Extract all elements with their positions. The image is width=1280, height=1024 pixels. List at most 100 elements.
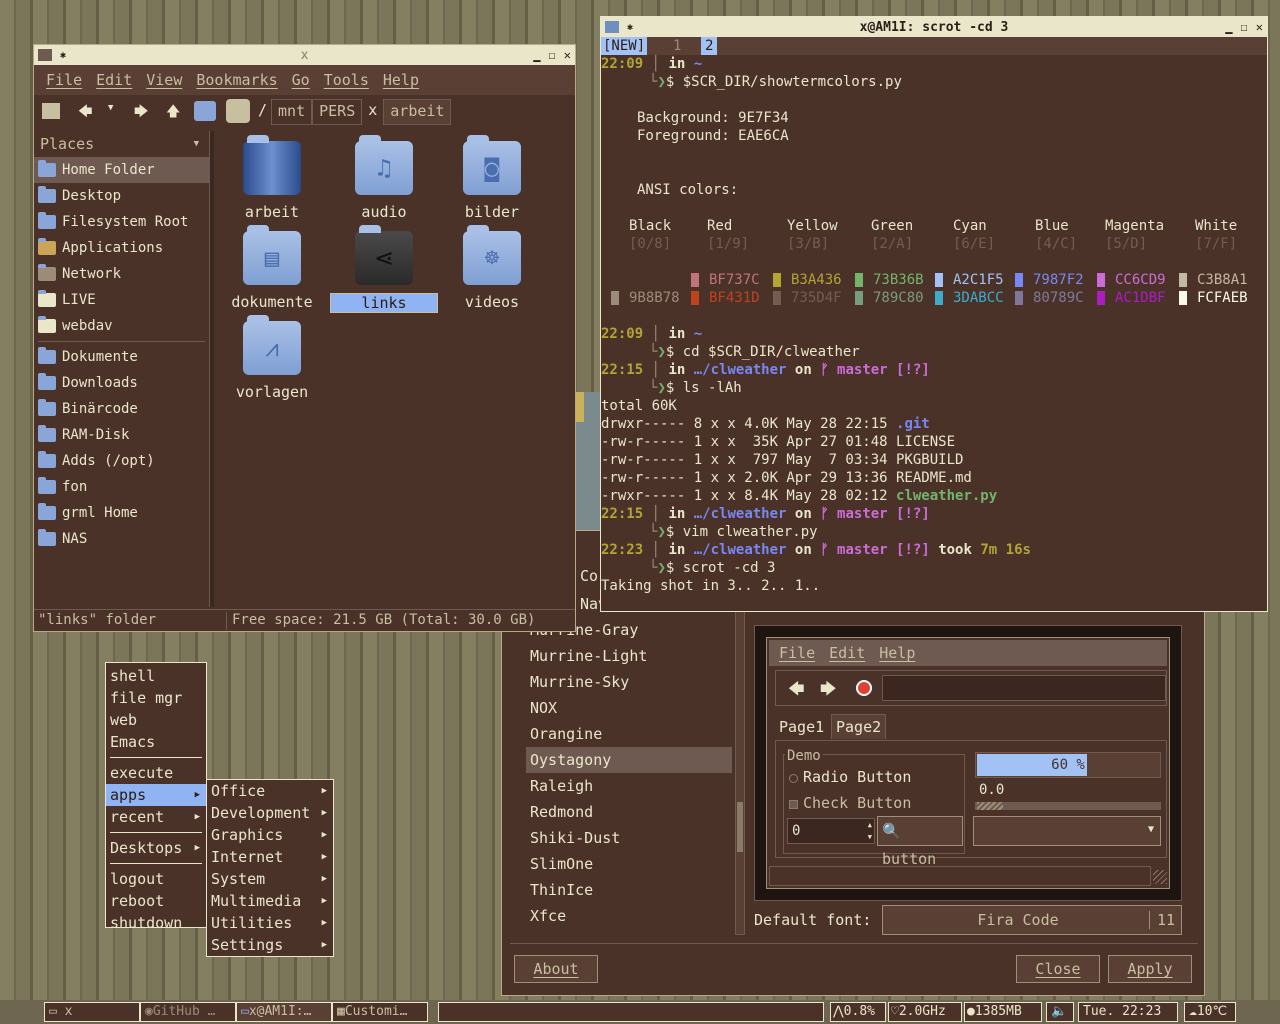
menu-item[interactable]: Internet ▶ [207, 846, 333, 868]
menu-edit[interactable]: Edit [96, 71, 132, 89]
theme-item[interactable]: Orangine [526, 721, 732, 747]
sidebar-item[interactable]: Network [34, 261, 209, 287]
stop-icon[interactable] [856, 680, 872, 696]
theme-item[interactable]: Xfce [526, 903, 732, 929]
scale-slider[interactable] [975, 802, 1161, 810]
path-root[interactable]: / [254, 99, 271, 125]
theme-list-scrollbar[interactable] [735, 605, 745, 935]
tab-new[interactable]: [NEW] [601, 37, 648, 55]
menu-item[interactable]: reboot [106, 890, 206, 912]
forward-arrow-icon[interactable]: 🡆 [134, 101, 148, 125]
path-disk-icon[interactable] [226, 99, 250, 123]
menu-item[interactable]: Emacs [106, 731, 206, 753]
spin-input[interactable]: 0 ▲ ▼ [787, 818, 875, 844]
pane-resize-handle[interactable] [210, 131, 214, 607]
menu-help[interactable]: Help [383, 71, 419, 89]
menu-file[interactable]: File [46, 71, 82, 89]
theme-item[interactable]: Raleigh [526, 773, 732, 799]
task-filemanager[interactable]: ▭ x [44, 1002, 140, 1022]
theme-list[interactable]: Murrine-Gray Murrine-Light Murrine-Sky NOX O… [526, 617, 732, 933]
theme-item[interactable]: NOX [526, 695, 732, 721]
menu-go[interactable]: Go [292, 71, 310, 89]
menu-tools[interactable]: Tools [324, 71, 369, 89]
sidebar-item[interactable]: Home Folder [34, 157, 209, 183]
folder-arbeit[interactable]: arbeit [218, 135, 326, 221]
preview-tab-page1[interactable]: Page1 [779, 718, 824, 736]
task-customize[interactable]: ▦Customi… [332, 1002, 428, 1022]
folder-videos[interactable]: ☸ videos [438, 225, 546, 311]
forward-arrow-icon[interactable]: 🡆 [820, 678, 837, 705]
menu-item[interactable]: Utilities ▶ [207, 912, 333, 934]
task-browser[interactable]: ◉GitHub … [140, 1002, 236, 1022]
pin-icon[interactable]: ✱ [60, 50, 66, 61]
preview-menu-edit[interactable]: Edit [829, 644, 865, 662]
preview-tab-page2[interactable]: Page2 [831, 714, 887, 739]
bookmark-item[interactable]: grml Home [34, 500, 209, 526]
theme-item[interactable]: SlimOne [526, 851, 732, 877]
bookmark-item[interactable]: Adds (/opt) [34, 448, 209, 474]
sidebar-item[interactable]: Desktop [34, 183, 209, 209]
bookmark-item[interactable]: RAM-Disk [34, 422, 209, 448]
places-header[interactable]: Places ▼ [34, 131, 209, 157]
new-window-icon[interactable] [42, 103, 60, 119]
menu-item[interactable]: Graphics ▶ [207, 824, 333, 846]
bookmark-item[interactable]: Binärcode [34, 396, 209, 422]
folder-dokumente[interactable]: ▤ dokumente [218, 225, 326, 311]
clock[interactable]: Tue. 22:23 [1078, 1002, 1178, 1022]
back-arrow-icon[interactable]: 🡄 [78, 101, 92, 125]
menu-item[interactable]: shell [106, 665, 206, 687]
menu-item[interactable]: Development ▶ [207, 802, 333, 824]
close-button[interactable]: Close [1016, 955, 1100, 983]
bookmark-item[interactable]: NAS [34, 526, 209, 552]
folder-audio[interactable]: ♫ audio [330, 135, 438, 221]
path-pers[interactable]: PERS [312, 99, 363, 125]
volume-widget[interactable]: 🔈 [1046, 1002, 1074, 1022]
about-button[interactable]: About [514, 955, 598, 983]
demo-button[interactable]: 🔍 button [877, 816, 963, 868]
terminal-content[interactable]: 22:09 │ in ~ └❯$ $SCR_DIR/showtermcolors… [601, 55, 1267, 611]
home-icon[interactable] [194, 101, 216, 121]
sidebar-item[interactable]: Filesystem Root [34, 209, 209, 235]
menu-item[interactable]: Settings ▶ [207, 934, 333, 956]
theme-item[interactable]: Oystagony [526, 747, 732, 773]
menu-item[interactable]: execute [106, 762, 206, 784]
menu-item[interactable]: System ▶ [207, 868, 333, 890]
close-icon[interactable]: ✕ [1256, 20, 1263, 34]
tab-2[interactable]: 2 [701, 37, 718, 55]
bookmark-item[interactable]: Downloads [34, 370, 209, 396]
sidebar-item[interactable]: LIVE [34, 287, 209, 313]
folder-links[interactable]: ⋖ links [330, 225, 438, 313]
radio-icon[interactable] [789, 774, 798, 783]
tab-1[interactable]: 1 [673, 37, 681, 55]
spin-arrows-icon[interactable]: ▲ ▼ [868, 819, 872, 843]
path-arbeit[interactable]: arbeit [383, 99, 452, 125]
path-x[interactable]: x [362, 99, 383, 125]
preview-menu-help[interactable]: Help [879, 644, 915, 662]
check-button-label[interactable]: Check Button [803, 794, 911, 812]
bookmark-item[interactable]: fon [34, 474, 209, 500]
checkbox-icon[interactable] [789, 800, 798, 809]
sidebar-item[interactable]: webdav [34, 313, 209, 339]
preview-address-input[interactable] [882, 675, 1166, 701]
menu-item[interactable]: shutdown [106, 912, 206, 934]
history-dropdown-icon[interactable]: ▼ [108, 103, 113, 113]
theme-item[interactable]: Redmond [526, 799, 732, 825]
menu-item[interactable]: logout [106, 868, 206, 890]
filemanager-titlebar[interactable]: ✱ x ▁ ☐ ✕ [34, 45, 575, 65]
scale-handle[interactable] [977, 802, 1003, 810]
menu-item[interactable]: Desktops ▶ [106, 837, 206, 859]
back-arrow-icon[interactable]: 🡄 [788, 678, 805, 705]
task-terminal[interactable]: ▭x@AM1I:… [236, 1002, 332, 1022]
menu-item[interactable]: apps ▶ [106, 784, 206, 806]
minimize-icon[interactable]: ▁ [533, 48, 540, 62]
maximize-icon[interactable]: ☐ [549, 48, 556, 62]
path-mnt[interactable]: mnt [271, 99, 313, 125]
combo-box[interactable]: ▼ [973, 816, 1161, 846]
pin-icon[interactable]: ✱ [627, 22, 633, 33]
weather-widget[interactable]: ☁10℃ [1184, 1002, 1236, 1022]
theme-item[interactable]: Murrine-Sky [526, 669, 732, 695]
window-icon[interactable] [605, 21, 619, 33]
theme-item[interactable]: Shiki-Dust [526, 825, 732, 851]
window-icon[interactable] [38, 49, 52, 61]
up-arrow-icon[interactable]: 🡅 [166, 101, 180, 125]
